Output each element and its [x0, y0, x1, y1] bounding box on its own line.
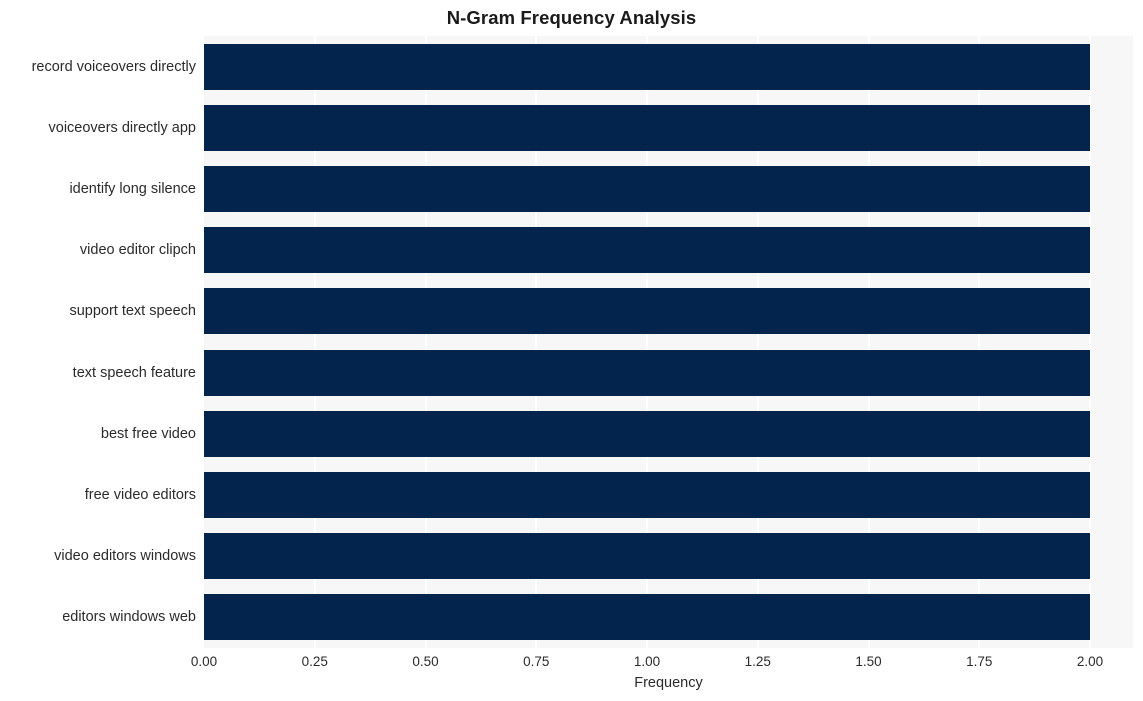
bar	[204, 410, 1090, 457]
plot-area	[204, 36, 1133, 648]
bar	[204, 166, 1090, 212]
x-axis-tick-label: 2.00	[1076, 654, 1104, 669]
y-axis-tick-label: editors windows web	[62, 609, 196, 626]
x-axis-tick-labels: 0.00 0.25 0.50 0.75 1.00 1.25 1.50 1.75 2.00	[191, 654, 1133, 672]
y-axis-tick-label: voiceovers directly app	[48, 119, 197, 136]
x-axis-tick-label: 1.50	[855, 654, 882, 669]
bar	[204, 533, 1090, 580]
x-axis-tick-label: 1.25	[744, 654, 771, 669]
bar	[204, 349, 1090, 396]
y-axis-tick-label: video editors windows	[54, 548, 196, 565]
x-axis-tick-label: 1.00	[633, 654, 661, 669]
bar	[204, 227, 1090, 274]
bar	[204, 594, 1090, 641]
y-axis-tick-label: identify long silence	[69, 181, 196, 197]
bar	[204, 43, 1090, 90]
y-axis-tick-label: best free video	[100, 425, 196, 442]
y-axis-tick-label: free video editors	[84, 487, 196, 503]
bar	[204, 288, 1090, 335]
chart-title: N-Gram Frequency Analysis	[446, 7, 697, 28]
y-axis-tick-label: video editor clipch	[79, 242, 196, 259]
x-axis-tick-label: 0.00	[190, 654, 218, 669]
y-axis-tick-label: support text speech	[69, 303, 196, 320]
bar	[204, 104, 1090, 151]
x-axis-tick-label: 0.75	[523, 654, 550, 669]
x-axis-tick-label: 0.50	[412, 654, 439, 669]
y-axis-tick-label: record voiceovers directly	[31, 58, 196, 75]
x-axis-tick-label: 1.75	[966, 654, 993, 669]
y-axis-tick-label: text speech feature	[72, 364, 196, 381]
x-axis-title: Frequency	[634, 675, 703, 691]
y-axis-tick-labels: record voiceovers directly voiceovers dir…	[0, 36, 196, 648]
bar	[204, 472, 1090, 518]
x-axis-tick-label: 0.25	[301, 654, 328, 669]
chart-figure: N-Gram Frequency Analysis record voiceov…	[0, 0, 1143, 701]
